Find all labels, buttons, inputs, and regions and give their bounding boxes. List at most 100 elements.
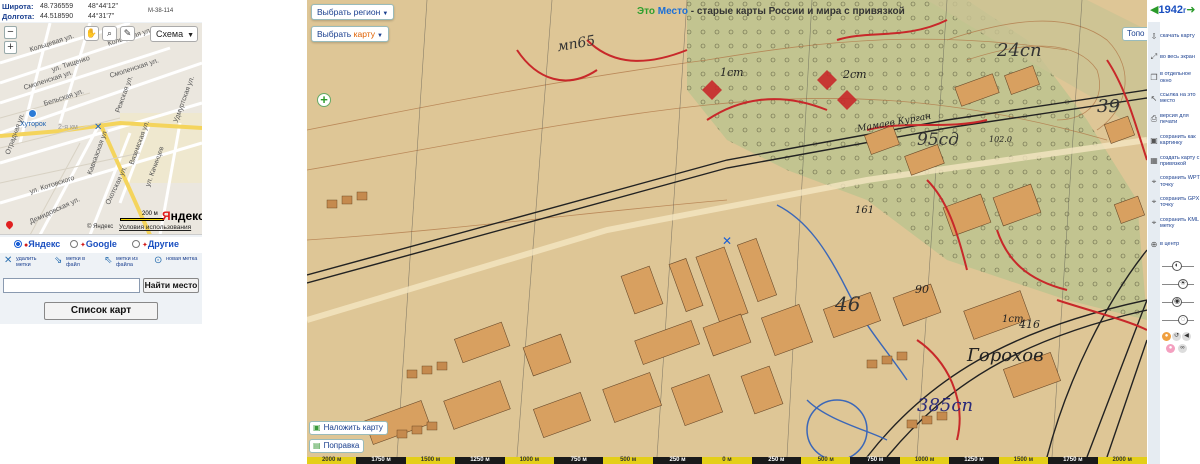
map-sheet-code: М-38-114 [148,8,174,14]
saturation-slider[interactable]: ◉ [1160,296,1200,308]
topo-toggle-button[interactable]: Топо [1122,27,1147,41]
provider-google[interactable]: ✦Google [70,239,117,249]
save-image-button[interactable]: ▣ сохранить как картинку [1148,130,1200,150]
eye-icon[interactable]: ◉ [1172,297,1182,307]
kml-button[interactable]: ⌖ сохранить KML метку [1148,213,1200,233]
sun-icon[interactable]: ☀ [1178,279,1188,289]
center-cross-icon: ✕ [722,234,733,248]
toolbar-item-label: сохранить KML метку [1160,216,1199,230]
scale-segment: 1500 м [998,457,1049,464]
yandex-logo: Яндекс [162,209,202,223]
year-selector[interactable]: ◀1942г➜ [1150,3,1198,19]
drop-icon[interactable]: ◌ [1178,315,1188,325]
brightness-slider[interactable]: ☀ [1160,278,1200,290]
radio-icon [14,240,22,248]
hand-tool-icon[interactable]: ✋ [84,26,99,41]
markers-to-file-icon: ⇘ [54,255,63,266]
place-search-input[interactable] [3,278,140,293]
map-label: 90 [915,283,929,296]
toolbar-item-label: сохранить WPT точку [1160,175,1200,188]
map-label: 95сд [917,130,959,150]
gpx-icon: ⌖ [1151,197,1157,207]
center-cross-icon: ✕ [94,122,103,133]
map-label: 102.0 [989,135,1012,144]
georef-icon: ▦ [1150,156,1158,166]
transparency-slider[interactable]: ◌ [1160,314,1200,326]
map-label: 46 [835,292,861,316]
remove-markers-button[interactable]: ✕ удалить метки [4,256,50,269]
choose-region-button[interactable]: Выбрать регион ▼ [311,4,395,20]
wpt-icon: ⌖ [1151,176,1157,186]
download-button[interactable]: ⇩ скачать карту [1148,26,1200,46]
scale-segment: 1000 м [504,457,555,464]
map-type-label: Схема [156,29,184,39]
page-title: Это Место - старые карты России и мира с… [637,6,905,17]
map-type-select[interactable]: Схема ▼ [150,26,198,42]
markers-from-file-button[interactable]: ⇖ метки из файла [104,255,150,269]
magnifier-tool-icon[interactable]: ⌕ [102,26,117,41]
gpx-button[interactable]: ⌖ сохранить GPX точку [1148,192,1200,212]
markers-to-file-button[interactable]: ⇘ метки в файл [54,255,100,269]
latitude-value: 48.736559 [40,3,74,10]
ruler-tool-icon[interactable]: ✎ [120,26,135,41]
latitude-label: Широта: [2,2,34,11]
correction-button[interactable]: ▤ Поправка [309,439,365,453]
chevron-down-icon: ▼ [187,32,195,39]
center-button[interactable]: ⊕ в центр [1148,234,1200,254]
terms-link[interactable]: Условия использования [119,224,191,231]
mini-map[interactable]: Кольцевая ул. Кольцевая ул. ул. Тищенко … [0,23,202,235]
zoom-in-button[interactable]: + [317,93,331,107]
scale-segment: 2000 м [307,457,357,464]
scale-segment: 250 м [751,457,802,464]
wpt-button[interactable]: ⌖ сохранить WPT точку [1148,172,1200,192]
maps-list-button[interactable]: Список карт [44,302,158,320]
link-button[interactable]: ↖ ссылка на это место [1148,88,1200,108]
minimap-zoom-in-button[interactable]: + [4,41,17,54]
find-place-button[interactable]: Найти место [143,278,199,293]
provider-others[interactable]: ✦Другие [132,239,179,249]
scale-segment: 1000 м [899,457,950,464]
minimap-scale-bar [120,218,164,221]
scale-segment: 1750 м [1048,457,1098,464]
link-mode-icon[interactable]: ∞ [1178,344,1187,353]
scale-segment: 500 м [603,457,653,464]
new-marker-button[interactable]: ⊙ новая метка [154,256,200,266]
hutorok-marker-icon[interactable] [28,109,37,118]
pink-mode-icon[interactable]: ● [1166,344,1175,353]
radio-icon [132,240,140,248]
new-window-button[interactable]: ❐ в отдельное окно [1148,68,1200,88]
scale-segment: 2000 м [1097,457,1147,464]
next-year-icon[interactable]: ➜ [1186,4,1195,16]
historical-map[interactable]: мп65 1ст 2ст 24сп Мамаев Курган 95сд 102… [307,0,1147,457]
new-window-icon: ❐ [1150,73,1158,83]
opacity-slider[interactable]: ◐ [1160,260,1200,272]
choose-map-button[interactable]: Выбрать карту ▼ [311,26,389,42]
map-label: 161 [855,205,875,216]
kml-icon: ⌖ [1151,218,1157,228]
street-label: 2-я км [58,124,78,131]
right-toolbar: ⇩ скачать карту ⤢ во весь экран ❐ в отдельное… [1148,22,1200,464]
overlay-map-button[interactable]: ▣ Наложить карту [309,421,388,435]
map-label: 385сп [917,395,974,416]
minimap-scale-label: 200 м [142,211,158,217]
print-button[interactable]: ⎙ версия для печати [1148,109,1200,129]
scale-segment: 0 м [702,457,752,464]
minimap-zoom-out-button[interactable]: − [4,26,17,39]
layers-icon: ▣ [313,423,321,432]
coordinates-readout: Широта: 48.736559 48°44'12" Долгота: 44.… [0,0,202,22]
back-icon[interactable]: ◀ [1182,332,1191,341]
georef-button[interactable]: ▦ создать карту с привязкой [1148,151,1200,171]
toolbar-item-label: в отдельное окно [1160,71,1192,84]
color-mode-icon[interactable]: ● [1162,332,1171,341]
toolbar-item-label: ссылка на это место [1160,92,1196,105]
markers-from-file-icon: ⇖ [104,255,113,266]
reset-icon[interactable]: ↺ [1172,332,1181,341]
latitude-dms: 48°44'12" [88,3,118,10]
toolbar-item-label: версия для печати [1160,112,1189,126]
scale-segment: 500 м [801,457,851,464]
chevron-down-icon: ▼ [377,33,383,39]
copyright-text: © Яндекс [87,224,114,230]
provider-yandex[interactable]: ●Яндекс [14,239,60,249]
contrast-icon[interactable]: ◐ [1172,261,1182,271]
fullscreen-button[interactable]: ⤢ во весь экран [1148,47,1200,67]
